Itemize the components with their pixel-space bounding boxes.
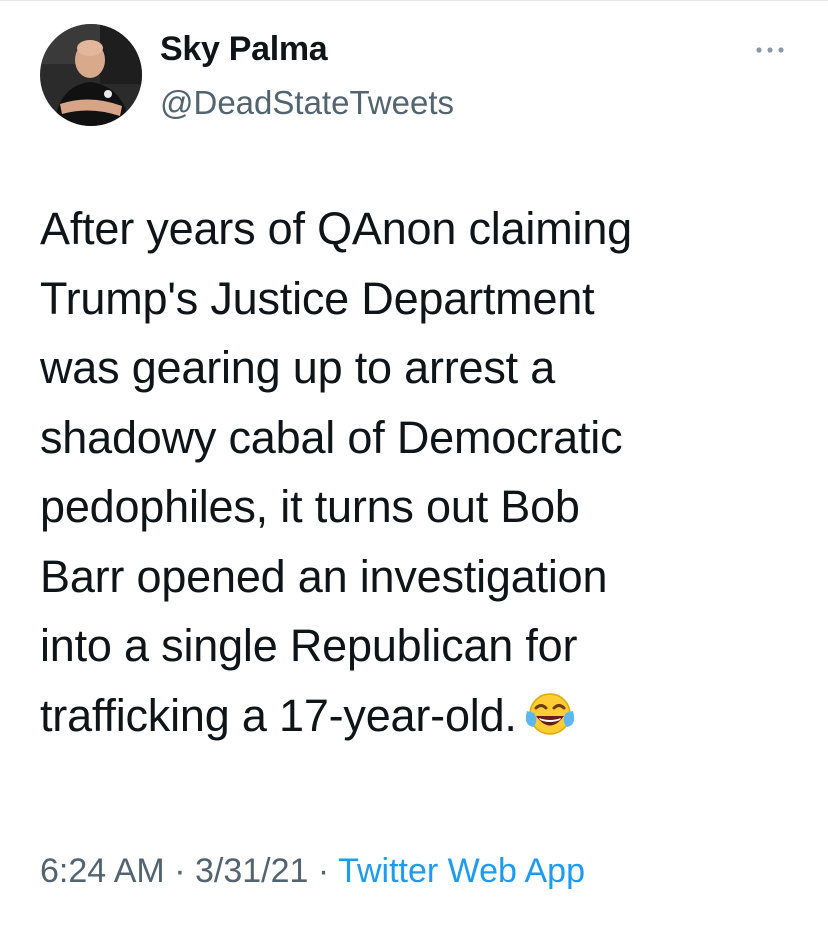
- meta-separator: ·: [174, 852, 186, 890]
- tweet-text: After years of QAnon claiming Trump's Ju…: [40, 194, 810, 750]
- tweet-text-line: was gearing up to arrest a: [40, 342, 556, 393]
- tweet-text-line: After years of QAnon claiming: [40, 203, 632, 254]
- tweet-source-link[interactable]: Twitter Web App: [338, 852, 585, 890]
- tweet-text-line: shadowy cabal of Democratic: [40, 411, 623, 463]
- tweet-text-line: Trump's Justice Department: [40, 272, 595, 324]
- tweet-meta: 6:24 AM · 3/31/21 · Twitter Web App: [40, 852, 585, 891]
- top-divider: [0, 0, 828, 1]
- tweet-date[interactable]: 3/31/21: [195, 852, 308, 890]
- tweet-time[interactable]: 6:24 AM: [40, 852, 165, 890]
- tweet-text-line: trafficking a 17-year-old.: [40, 689, 517, 741]
- tweet-text-line: into a single Republican for: [40, 620, 578, 671]
- tweet-text-line-last: trafficking a 17-year-old.: [40, 681, 810, 751]
- tears-of-joy-emoji-icon: [525, 687, 575, 735]
- more-options-icon[interactable]: [750, 42, 794, 58]
- avatar-photo: [40, 24, 142, 126]
- avatar[interactable]: [40, 24, 142, 126]
- meta-separator: ·: [317, 852, 330, 890]
- author-name[interactable]: Sky Palma: [160, 30, 328, 69]
- tweet-text-line: pedophiles, it turns out Bob: [40, 481, 580, 532]
- author-handle[interactable]: @DeadStateTweets: [160, 84, 454, 122]
- tweet-text-line: Barr opened an investigation: [40, 550, 608, 602]
